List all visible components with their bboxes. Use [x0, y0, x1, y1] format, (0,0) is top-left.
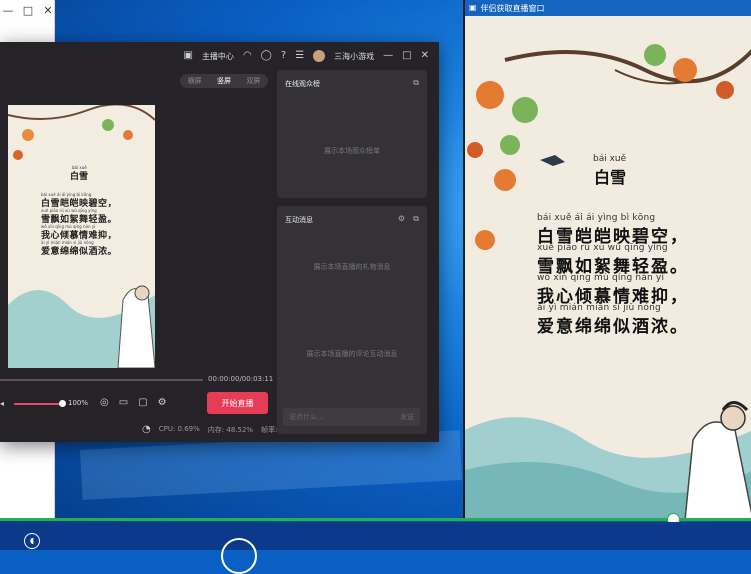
taskbar: [0, 522, 751, 550]
playback-time: 00:00:00/00:03:11: [208, 375, 274, 383]
screen-capture-icon[interactable]: ▭: [119, 398, 128, 408]
audience-panel-title: 在线观众榜: [285, 80, 320, 88]
volume-icon[interactable]: ◂: [0, 399, 4, 409]
audience-panel-hint: 展示本场观众榜单: [324, 147, 380, 155]
projection-window[interactable]: ▣ 伴侣获取直播窗口 bái xuě 白雪 bái xuě ái ái yìng…: [463, 0, 751, 520]
comment-message-hint: 展示本场直播的评论互动消息: [306, 350, 398, 358]
volume-slider[interactable]: [14, 403, 62, 405]
window-icon: ▣: [469, 3, 477, 12]
poem-title-pinyin: bái xuě: [593, 154, 627, 164]
speaker-icon[interactable]: ◖: [24, 533, 40, 549]
comment-input-placeholder: 说点什么...: [289, 413, 324, 421]
preview-line: 爱意绵绵似酒浓。: [41, 247, 118, 257]
interaction-panel-title: 互动消息: [285, 216, 313, 224]
close-button[interactable]: ✕: [42, 4, 54, 17]
anchor-center-link[interactable]: 主播中心: [202, 51, 234, 62]
volume-percent: 100%: [68, 399, 89, 407]
help-icon[interactable]: ?: [281, 51, 286, 61]
start-button[interactable]: [221, 538, 257, 574]
screen-mode-tabs: 横屏 竖屏 双屏: [180, 74, 268, 88]
settings-icon[interactable]: ⚙: [158, 398, 167, 408]
menu-icon[interactable]: ☰: [295, 51, 304, 61]
live-preview[interactable]: bái xuě 白雪 bái xuě ái ái yìng bì kōng 白雪…: [8, 105, 155, 368]
poem-line: 爱意绵绵似酒浓。: [537, 317, 689, 337]
stats-icon: ◔: [142, 424, 151, 435]
app-titlebar: ▣ 主播中心 ◠ ◯ ? ☰ 三海小游戏 — □ ✕: [0, 42, 439, 70]
anchor-center-icon[interactable]: ▣: [183, 51, 192, 61]
minimize-button[interactable]: —: [383, 51, 393, 61]
start-live-button[interactable]: 开始直播: [207, 392, 268, 414]
username[interactable]: 三海小游戏: [334, 51, 374, 62]
interaction-panel: 互动消息 ⚙ ⧉ 展示本场直播的礼物消息 展示本场直播的评论互动消息 说点什么.…: [277, 206, 427, 434]
memory-usage: 内存: 48.52%: [207, 426, 254, 434]
preview-title: 白雪: [70, 172, 89, 182]
tab-portrait[interactable]: 竖屏: [217, 76, 231, 86]
system-stats: ◔ CPU: 0.69% 内存: 48.52% 帧率:30: [142, 425, 286, 435]
comment-input[interactable]: 说点什么... 发送: [283, 408, 420, 426]
audience-panel: 在线观众榜 ⧉ 展示本场观众榜单: [277, 70, 427, 198]
popout-icon[interactable]: ⧉: [413, 214, 419, 224]
projection-titlebar: ▣ 伴侣获取直播窗口: [465, 0, 751, 16]
close-button[interactable]: ✕: [421, 51, 429, 61]
send-button[interactable]: 发送: [400, 412, 414, 422]
playback-timeline[interactable]: [0, 379, 203, 381]
chat-icon[interactable]: ◯: [261, 51, 272, 61]
settings-icon[interactable]: ⚙: [398, 214, 405, 223]
maximize-button[interactable]: □: [22, 4, 34, 17]
camera-icon[interactable]: ◎: [100, 398, 109, 408]
streaming-app-window: ▣ 主播中心 ◠ ◯ ? ☰ 三海小游戏 — □ ✕ 横屏 竖屏 双屏 bái …: [0, 42, 439, 442]
gift-message-hint: 展示本场直播的礼物消息: [313, 263, 391, 271]
avatar[interactable]: [313, 50, 326, 62]
headset-icon[interactable]: ◠: [243, 51, 252, 61]
minimize-button[interactable]: —: [2, 4, 14, 17]
maximize-button[interactable]: □: [402, 51, 411, 61]
cpu-usage: CPU: 0.69%: [158, 425, 200, 433]
tab-landscape[interactable]: 横屏: [188, 76, 202, 86]
video-icon[interactable]: ▢: [138, 398, 147, 408]
projection-title: 伴侣获取直播窗口: [480, 3, 545, 13]
background-window-titlebar: — □ ✕: [0, 0, 54, 20]
popout-icon[interactable]: ⧉: [413, 78, 419, 88]
poem-title: 白雪: [594, 168, 627, 187]
tab-dual[interactable]: 双屏: [246, 76, 260, 86]
volume-slider-handle[interactable]: [59, 400, 66, 407]
control-icons: ◎ ▭ ▢ ⚙: [100, 398, 167, 408]
media-progress-bar[interactable]: [0, 518, 751, 521]
